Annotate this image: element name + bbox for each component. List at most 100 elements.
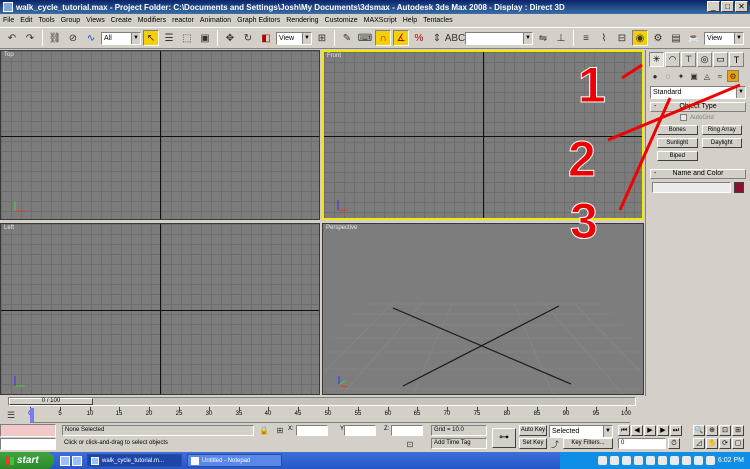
align-icon[interactable]: ⊥ [553,30,569,46]
menu-maxscript[interactable]: MAXScript [364,17,397,24]
key-mode-dropdown[interactable]: Selected ▼ [549,425,613,438]
selection-lock-icon[interactable]: ⊡ [404,438,416,450]
pivot-center-icon[interactable]: ⊞ [314,30,330,46]
menu-reactor[interactable]: reactor [172,17,194,24]
minimize-button[interactable]: _ [707,1,720,12]
z-coordinate-field[interactable] [391,425,423,436]
render-setup-icon[interactable]: ⚙ [650,30,666,46]
orbit-icon[interactable]: ⟳ [719,438,731,449]
lock-selection-icon[interactable]: 🔒 [258,424,270,436]
selection-filter-dropdown[interactable]: All ▼ [101,31,141,45]
menu-tentacles[interactable]: Tentacles [423,17,453,24]
curve-editor-icon[interactable]: ⌇ [596,30,612,46]
auto-key-button[interactable]: Auto Key [519,425,547,436]
maximize-button[interactable]: □ [721,1,734,12]
add-time-tag[interactable]: Add Time Tag [431,438,487,449]
tray-icon[interactable] [621,456,631,465]
quick-render-icon[interactable]: ☕ [686,30,702,46]
taskbar-item-notepad[interactable]: Untitled - Notepad [187,454,282,467]
zoom-extents-all-icon[interactable]: ⊞ [732,425,744,436]
keyboard-shortcut-override-icon[interactable]: ⌨ [357,30,373,46]
rectangular-selection-icon[interactable]: ⬚ [179,30,195,46]
tray-icon[interactable] [705,456,715,465]
select-by-name-icon[interactable]: ☰ [161,30,177,46]
bind-space-warp-icon[interactable]: ∿ [83,30,99,46]
close-button[interactable]: ✕ [735,1,748,12]
menu-customize[interactable]: Customize [325,17,358,24]
undo-icon[interactable]: ↶ [4,30,20,46]
menu-modifiers[interactable]: Modifiers [138,17,166,24]
menu-animation[interactable]: Animation [200,17,231,24]
absolute-mode-icon[interactable]: ⊞ [274,424,286,436]
go-to-start-icon[interactable]: ⏮ [618,425,630,436]
snaps-toggle-icon[interactable]: ∩ [375,30,391,46]
set-key-button[interactable]: Set Key [519,438,547,449]
next-frame-icon[interactable]: ▶ [657,425,669,436]
pan-icon[interactable]: ✋ [706,438,718,449]
move-icon[interactable]: ✥ [222,30,238,46]
field-of-view-icon[interactable]: ◿ [693,438,705,449]
mirror-icon[interactable]: ⇋ [535,30,551,46]
previous-frame-icon[interactable]: ◀ [631,425,643,436]
quick-launch-icon[interactable] [72,455,82,466]
viewport-label[interactable]: Top [4,52,14,58]
y-coordinate-field[interactable] [344,425,376,436]
set-key-icon[interactable]: ⊶ [492,428,516,448]
redo-icon[interactable]: ↷ [22,30,38,46]
start-button[interactable]: start [0,452,54,469]
tray-icon[interactable] [669,456,679,465]
time-configuration-icon[interactable]: ⏱ [668,438,680,449]
layer-manager-icon[interactable]: ≡ [578,30,594,46]
menu-rendering[interactable]: Rendering [286,17,318,24]
tray-icon[interactable] [609,456,619,465]
zoom-extents-icon[interactable]: ⊡ [719,425,731,436]
key-filters-button[interactable]: Key Filters... [563,438,613,449]
menu-create[interactable]: Create [111,17,132,24]
angle-snap-icon[interactable]: ∡ [393,30,409,46]
rendered-frame-window-icon[interactable]: ▤ [668,30,684,46]
viewport-label[interactable]: Left [4,225,14,231]
time-slider-track[interactable]: 0 / 100 [8,397,636,406]
render-view-dropdown[interactable]: View ▼ [704,31,744,45]
zoom-all-icon[interactable]: ⊕ [706,425,718,436]
rotate-icon[interactable]: ↻ [240,30,256,46]
spinner-snap-icon[interactable]: ⇕ [429,30,445,46]
menu-file[interactable]: File [3,17,14,24]
viewport-left[interactable]: Left [0,223,320,395]
percent-snap-icon[interactable]: % [411,30,427,46]
tray-icon[interactable] [597,456,607,465]
mini-curve-editor-icon[interactable]: ☰ [4,408,18,422]
tray-icon[interactable] [693,456,703,465]
maxscript-listener-output[interactable] [0,438,56,450]
maxscript-listener-mini[interactable] [0,424,56,437]
viewport-label[interactable]: Front [327,53,341,59]
time-slider-thumb[interactable]: 0 / 100 [9,398,93,405]
menu-graph-editors[interactable]: Graph Editors [237,17,280,24]
maximize-viewport-icon[interactable]: ▢ [732,438,744,449]
viewport-top[interactable]: Top [0,50,320,220]
menu-group[interactable]: Group [61,17,80,24]
window-crossing-icon[interactable]: ▣ [197,30,213,46]
unlink-icon[interactable]: ⊘ [65,30,81,46]
select-and-link-icon[interactable]: ⛓ [47,30,63,46]
menu-views[interactable]: Views [86,17,105,24]
menu-help[interactable]: Help [403,17,417,24]
named-selection-dropdown[interactable]: ▼ [465,31,533,45]
tray-icon[interactable] [681,456,691,465]
tray-icon[interactable] [633,456,643,465]
quick-launch-icon[interactable] [60,455,70,466]
reference-coordinate-dropdown[interactable]: View ▼ [276,31,312,45]
zoom-icon[interactable]: 🔍 [693,425,705,436]
clock[interactable]: 6:02 PM [718,457,744,464]
tray-icon[interactable] [645,456,655,465]
menu-tools[interactable]: Tools [38,17,54,24]
current-frame-field[interactable]: 0 [618,438,666,449]
x-coordinate-field[interactable] [296,425,328,436]
taskbar-item-3dsmax[interactable]: walk_cycle_tutorial.m... [87,454,182,467]
tray-icon[interactable] [657,456,667,465]
menu-edit[interactable]: Edit [20,17,32,24]
select-and-manipulate-icon[interactable]: ✎ [339,30,355,46]
material-editor-icon[interactable]: ◉ [632,30,648,46]
go-to-end-icon[interactable]: ⏭ [670,425,682,436]
track-bar[interactable]: ☰ 05101520253035404550556065707580859095… [0,407,644,423]
